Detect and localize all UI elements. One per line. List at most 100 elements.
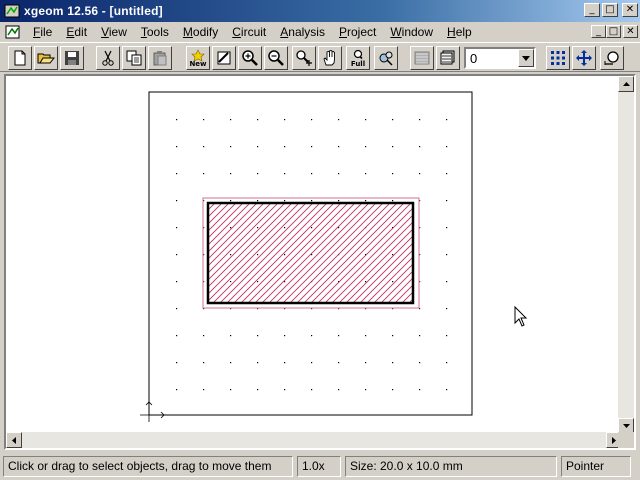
grid-dot [176,200,178,202]
grid-dot [392,335,394,337]
menu-window[interactable]: Window [383,23,440,41]
menu-file[interactable]: File [26,23,59,41]
zoom-out-icon [268,50,284,66]
move-button[interactable] [572,46,596,70]
save-button[interactable] [60,46,84,70]
menu-label: elp [455,25,472,39]
layers-button[interactable] [436,46,460,70]
doc-minimize-button[interactable]: _ [591,25,606,38]
scroll-left-button[interactable] [6,432,22,448]
grid-dot [365,173,367,175]
menu-analysis[interactable]: Analysis [273,23,332,41]
menu-label: nalysis [288,25,325,39]
status-mode: Pointer [561,455,631,477]
zoom-area-button[interactable] [292,46,316,70]
grid-dot [311,173,313,175]
scrollbar-corner [618,432,634,448]
close-button[interactable]: ✕ [622,3,638,17]
menu-circuit[interactable]: Circuit [225,23,273,41]
grid-dots-icon [551,51,565,65]
status-bar: Click or drag to select objects, drag to… [0,452,640,480]
scroll-up-button[interactable] [618,76,634,92]
zoom-in-button[interactable] [238,46,262,70]
restore-icon: □ [608,25,619,37]
menu-modify[interactable]: Modify [176,23,225,41]
doc-restore-button[interactable]: □ [606,25,621,38]
grid-dot [176,281,178,283]
scissors-icon [102,50,114,66]
grid-dot [419,389,421,391]
menu-label: indow [401,25,434,39]
grid-dot [338,200,340,202]
snap-grid-button[interactable] [546,46,570,70]
full-label: Full [350,60,366,68]
menu-label: ile [40,25,53,39]
copy-button[interactable] [122,46,146,70]
grid-dot [365,119,367,121]
measure-button[interactable] [600,46,624,70]
grid-pattern-button[interactable] [410,46,434,70]
grid-dot [365,335,367,337]
grid-dot [311,389,313,391]
new-file-icon [14,50,26,66]
menu-mnemonic: H [447,25,456,39]
vertical-scrollbar[interactable] [618,76,634,434]
chevron-down-icon[interactable] [518,49,534,67]
doc-close-button[interactable]: ✕ [623,25,638,38]
copy-icon [126,50,142,66]
paste-button[interactable] [148,46,172,70]
new-object-button[interactable]: New [186,46,210,70]
menu-tools[interactable]: Tools [134,23,176,41]
grid-dot [230,119,232,121]
grid-dot [338,362,340,364]
grid-dot [446,227,448,229]
grid-dot [176,308,178,310]
grid-dot [311,119,313,121]
pan-button[interactable] [318,46,342,70]
zoom-full-button[interactable]: Full [346,46,370,70]
grid-dot [203,362,205,364]
properties-button[interactable] [374,46,398,70]
drawing-canvas[interactable] [6,76,622,434]
zoom-out-button[interactable] [264,46,288,70]
grid-dot [446,281,448,283]
new-file-button[interactable] [8,46,32,70]
redraw-button[interactable] [212,46,236,70]
status-zoom: 1.0x [297,455,341,477]
grid-dot [257,335,259,337]
grid-dot [392,362,394,364]
open-button[interactable] [34,46,58,70]
menu-project[interactable]: Project [332,23,383,41]
grid-dot [446,200,448,202]
properties-icon [379,51,393,66]
grid-dot [338,335,340,337]
maximize-button[interactable]: □ [602,3,618,17]
grid-dot [230,173,232,175]
close-icon: ✕ [625,4,635,15]
menu-view[interactable]: View [94,23,134,41]
mouse-pointer-icon [514,305,528,327]
close-icon: ✕ [626,25,635,37]
grid-dot [365,389,367,391]
grid-dot [284,119,286,121]
grid-dot [446,254,448,256]
menu-mnemonic: V [101,25,109,39]
measure-icon [604,51,619,65]
zoom-area-icon [296,50,312,66]
layer-select[interactable]: 0 [464,47,536,69]
grid-dot [446,146,448,148]
minimize-button[interactable]: _ [584,3,600,17]
document-icon[interactable] [4,24,22,40]
grid-dot [203,119,205,121]
grid-dot [176,119,178,121]
title-bar: xgeom 12.56 - [untitled] _ □ ✕ [0,0,640,22]
grid-dot [176,389,178,391]
horizontal-scrollbar[interactable] [6,432,622,448]
grid-dot [419,119,421,121]
grid-dot [230,389,232,391]
rectangle-object[interactable] [206,201,415,305]
cut-button[interactable] [96,46,120,70]
grid-dot [230,362,232,364]
menu-edit[interactable]: Edit [59,23,94,41]
menu-help[interactable]: Help [440,23,479,41]
